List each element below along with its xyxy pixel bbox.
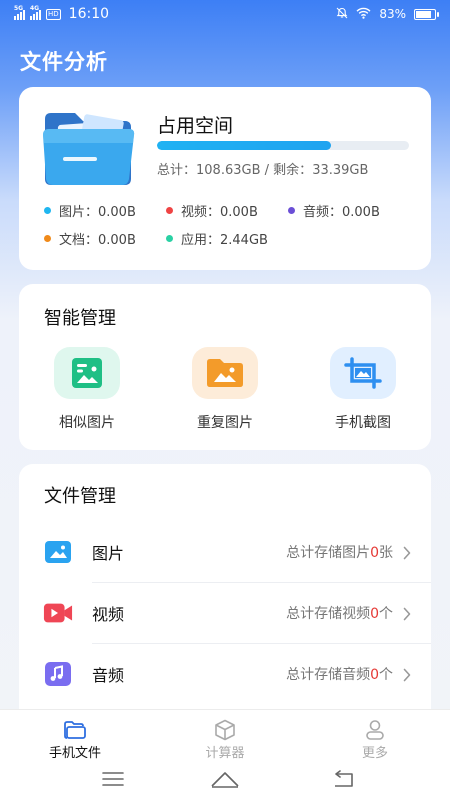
legend-label: 图片：0.00B: [59, 205, 136, 220]
file-row-audio[interactable]: 音频 总计存储音频0个: [19, 644, 431, 704]
similar-image-icon: [54, 347, 120, 399]
tool-label: 重复图片: [197, 415, 253, 431]
phone-screenshots-button[interactable]: 手机截图: [313, 347, 413, 432]
signal-5g-icon: 5G: [14, 5, 25, 20]
summary-separator: /: [264, 163, 270, 178]
storage-summary: 总计：108.63GB / 剩余：33.39GB: [157, 159, 368, 178]
file-row-label: 音频: [92, 666, 125, 685]
calculator-icon: [175, 718, 275, 742]
tool-label: 相似图片: [59, 415, 115, 431]
legend-item-documents: 文档：0.00B: [44, 229, 166, 248]
remaining-label: 剩余：: [273, 163, 313, 178]
smart-management-title: 智能管理: [44, 308, 116, 329]
image-icon: [43, 539, 73, 565]
smart-management-card: 智能管理 相似图片 重复图片 手机截图: [19, 284, 431, 450]
duplicate-images-button[interactable]: 重复图片: [175, 347, 275, 432]
tab-phone-files[interactable]: 手机文件: [25, 718, 125, 761]
legend-item-audio: 音频：0.00B: [288, 201, 410, 220]
summary-prefix: 总计存储音频: [286, 667, 371, 683]
remaining-value: 33.39GB: [312, 163, 369, 178]
legend-label: 音频：0.00B: [303, 205, 380, 220]
status-bar: 5G 4G HD 16:10 83%: [0, 0, 450, 28]
summary-prefix: 总计存储图片: [286, 545, 371, 561]
file-row-label: 视频: [92, 605, 125, 624]
more-person-icon: [325, 718, 425, 742]
file-row-label: 图片: [92, 544, 125, 563]
legend-label: 视频：0.00B: [181, 205, 258, 220]
chevron-right-icon: [403, 606, 411, 625]
summary-count: 0: [370, 545, 379, 561]
back-icon[interactable]: [332, 770, 354, 792]
storage-usage-fill: [157, 141, 331, 150]
phone-files-icon: [25, 718, 125, 742]
home-icon[interactable]: [210, 769, 240, 793]
wifi-icon: [356, 7, 371, 22]
screenshot-icon: [330, 347, 396, 399]
total-value: 108.63GB: [196, 163, 261, 178]
file-management-title: 文件管理: [44, 486, 116, 507]
summary-unit: 个: [379, 606, 393, 622]
legend-dot: [288, 207, 295, 214]
status-time: 16:10: [68, 6, 110, 22]
menu-icon[interactable]: [102, 771, 124, 791]
summary-prefix: 总计存储视频: [286, 606, 371, 622]
music-icon: [43, 661, 73, 687]
chevron-right-icon: [403, 545, 411, 564]
storage-usage-bar: [157, 141, 409, 150]
total-label: 总计：: [157, 163, 197, 178]
tab-calculator[interactable]: 计算器: [175, 718, 275, 761]
tab-label: 更多: [361, 746, 388, 761]
file-row-videos[interactable]: 视频 总计存储视频0个: [19, 583, 431, 643]
storage-title: 占用空间: [157, 115, 234, 137]
legend-dot: [44, 207, 51, 214]
legend-dot: [166, 235, 173, 242]
mute-icon: [336, 7, 348, 22]
legend-item-videos: 视频：0.00B: [166, 201, 288, 220]
legend-item-images: 图片：0.00B: [44, 201, 166, 220]
legend-dot: [44, 235, 51, 242]
summary-unit: 张: [379, 545, 393, 561]
storage-card[interactable]: 占用空间 总计：108.63GB / 剩余：33.39GB 图片：0.00B 视…: [19, 87, 431, 270]
page-title: 文件分析: [20, 50, 108, 74]
battery-icon: [414, 8, 439, 20]
tab-more[interactable]: 更多: [325, 718, 425, 761]
file-management-card: 文件管理 图片 总计存储图片0张 视频 总计存储视频0个 音频 总计存储音频0个: [19, 464, 431, 724]
chevron-right-icon: [403, 667, 411, 686]
tab-label: 手机文件: [48, 746, 101, 761]
tool-label: 手机截图: [335, 415, 391, 431]
tab-label: 计算器: [205, 746, 245, 761]
battery-level-text: 83%: [379, 7, 406, 21]
file-row-summary: 总计存储视频0个: [286, 603, 393, 623]
legend-item-apps: 应用：2.44GB: [166, 229, 288, 248]
similar-images-button[interactable]: 相似图片: [37, 347, 137, 432]
legend-dot: [166, 207, 173, 214]
legend-label: 文档：0.00B: [59, 233, 136, 248]
hd-badge: HD: [46, 8, 61, 20]
summary-count: 0: [370, 606, 379, 622]
signal-4g-icon: 4G: [30, 5, 41, 20]
file-row-summary: 总计存储音频0个: [286, 664, 393, 684]
summary-unit: 个: [379, 667, 393, 683]
summary-count: 0: [370, 667, 379, 683]
file-row-summary: 总计存储图片0张: [286, 542, 393, 562]
storage-legend-row-1: 图片：0.00B 视频：0.00B 音频：0.00B: [44, 201, 410, 220]
video-icon: [43, 600, 73, 626]
folder-icon: [41, 109, 137, 187]
storage-legend-row-2: 文档：0.00B 应用：2.44GB: [44, 229, 288, 248]
system-nav-bar: [0, 764, 450, 794]
duplicate-image-icon: [192, 347, 258, 399]
file-row-images[interactable]: 图片 总计存储图片0张: [19, 522, 431, 582]
legend-label: 应用：2.44GB: [181, 233, 268, 248]
